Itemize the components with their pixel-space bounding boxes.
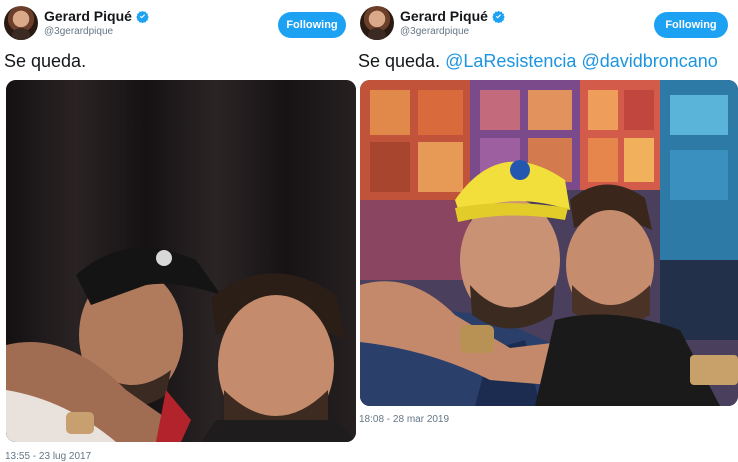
display-name[interactable]: Gerard Piqué: [44, 8, 132, 24]
verified-badge-icon: [136, 10, 149, 23]
name-row: Gerard Piqué: [400, 8, 505, 24]
tweet-photo[interactable]: [360, 80, 738, 406]
tweet-body: Se queda.: [358, 51, 441, 71]
tweet-timestamp[interactable]: 13:55 - 23 lug 2017: [5, 451, 91, 462]
tweet-header: Gerard Piqué @3gerardpique Following: [356, 6, 738, 46]
photo-illustration: [6, 80, 356, 442]
tweet-text: Se queda. @LaResistencia @davidbroncano: [358, 51, 718, 72]
name-row: Gerard Piqué: [44, 8, 149, 24]
avatar[interactable]: [360, 6, 394, 40]
tweet-right: Gerard Piqué @3gerardpique Following Se …: [356, 0, 738, 462]
avatar[interactable]: [4, 6, 38, 40]
tweet-left: Gerard Piqué @3gerardpique Following Se …: [0, 0, 358, 462]
verified-badge-icon: [492, 10, 505, 23]
tweet-header: Gerard Piqué @3gerardpique Following: [0, 6, 358, 46]
user-handle[interactable]: @3gerardpique: [400, 26, 469, 37]
display-name[interactable]: Gerard Piqué: [400, 8, 488, 24]
tweet-body: Se queda.: [4, 51, 87, 71]
mention-davidbroncano[interactable]: @davidbroncano: [581, 51, 717, 71]
mention-laresistencia[interactable]: @LaResistencia: [445, 51, 576, 71]
user-handle[interactable]: @3gerardpique: [44, 26, 113, 37]
tweet-photo[interactable]: [6, 80, 356, 442]
photo-illustration: [360, 80, 738, 406]
tweet-text: Se queda.: [4, 51, 86, 72]
following-button[interactable]: Following: [654, 12, 728, 38]
following-button[interactable]: Following: [278, 12, 346, 38]
tweet-timestamp[interactable]: 18:08 - 28 mar 2019: [359, 414, 449, 425]
